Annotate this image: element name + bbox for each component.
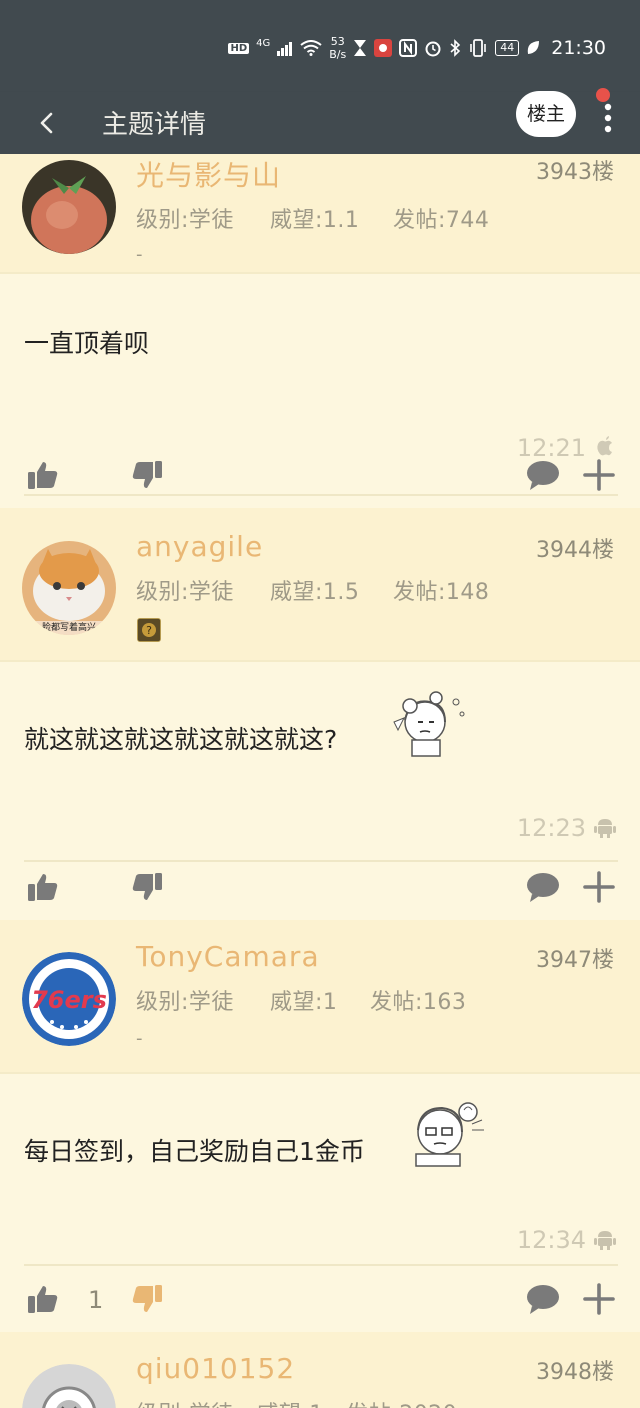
- like-count: 1: [88, 1286, 104, 1314]
- user-prestige: 威望:1: [270, 990, 338, 1015]
- dislike-icon[interactable]: [130, 1282, 164, 1316]
- nfc-icon: [399, 39, 418, 57]
- comment-icon[interactable]: [526, 870, 560, 904]
- reply-item: 脸都写着高兴 anyagile 3944楼 级别:学徒 威望:1.5 发帖:14…: [0, 508, 640, 920]
- bluetooth-icon: [450, 39, 461, 57]
- reply-header: 76ers TonyCamara 3947楼 级别:学徒 威望:1 发帖:163…: [0, 920, 640, 1074]
- wifi-icon: [300, 40, 322, 56]
- avatar-caption: 脸都写着高兴: [41, 623, 96, 633]
- net-speed-value: 53: [330, 35, 345, 48]
- avatar-image: [22, 160, 116, 254]
- avatar[interactable]: 脸都写着高兴: [22, 541, 116, 635]
- sticker-image: [393, 691, 465, 757]
- reply-header: 光与影与山 3943楼 级别:学徒 威望:1.1 发帖:744 -: [0, 154, 640, 274]
- net-speed: 53 B/s: [329, 35, 346, 61]
- reply-header: qiu010152 3948楼 级别:学徒 威望:1 发帖:2020: [0, 1332, 640, 1408]
- avatar-image: [22, 1364, 116, 1408]
- dislike-icon[interactable]: [130, 458, 164, 492]
- reply-content: 一直顶着呗: [24, 329, 150, 358]
- add-icon[interactable]: [582, 1282, 616, 1316]
- floor-number: 3944楼: [536, 538, 614, 563]
- sticker-image: [415, 1102, 484, 1167]
- avatar-image: 76ers: [22, 952, 116, 1046]
- like-icon[interactable]: [26, 870, 60, 904]
- divider: [24, 1264, 618, 1266]
- username[interactable]: qiu010152: [136, 1352, 295, 1385]
- user-post-count: 发帖:148: [393, 580, 490, 605]
- user-signature: -: [136, 1028, 143, 1049]
- avatar[interactable]: [22, 160, 116, 254]
- user-prestige: 威望:1.5: [270, 580, 360, 605]
- battery-icon: 44: [495, 40, 520, 56]
- android-icon: [594, 1231, 616, 1250]
- medal-icon: ?: [137, 618, 161, 642]
- floor-number: 3943楼: [536, 160, 614, 185]
- username[interactable]: 光与影与山: [136, 154, 281, 194]
- hourglass-icon: [354, 40, 367, 56]
- user-level: 级别:学徒: [136, 580, 234, 605]
- avatar[interactable]: [22, 1364, 116, 1408]
- username[interactable]: TonyCamara: [136, 940, 320, 973]
- status-icons: HD 4G 53 B/s 44 21:30: [228, 28, 606, 68]
- divider: [24, 494, 618, 496]
- reply-content: 就这就这就这就这就这就这?: [24, 725, 338, 754]
- reply-list[interactable]: 光与影与山 3943楼 级别:学徒 威望:1.1 发帖:744 - 一直顶着呗 …: [0, 154, 640, 1408]
- reply-content: 每日签到，自己奖励自己1金币: [24, 1137, 365, 1166]
- leaf-icon: [527, 41, 540, 54]
- floor-number: 3948楼: [536, 1360, 614, 1385]
- user-post-count: 发帖:744: [393, 208, 490, 233]
- comment-icon[interactable]: [526, 1282, 560, 1316]
- username[interactable]: anyagile: [136, 530, 263, 563]
- reply-time: 12:34: [516, 1226, 586, 1254]
- reply-item: 光与影与山 3943楼 级别:学徒 威望:1.1 发帖:744 - 一直顶着呗 …: [0, 154, 640, 508]
- divider: [24, 860, 618, 862]
- apple-icon: [597, 436, 612, 456]
- page-title: 主题详情: [102, 110, 207, 140]
- floor-number: 3947楼: [536, 948, 614, 973]
- reply-item: qiu010152 3948楼 级别:学徒 威望:1 发帖:2020: [0, 1332, 640, 1408]
- signal-icon: [277, 42, 293, 56]
- user-level: 级别:学徒: [136, 208, 234, 233]
- only-op-button[interactable]: 楼主: [516, 91, 576, 137]
- svg-text:?: ?: [146, 624, 152, 637]
- reply-header: 脸都写着高兴 anyagile 3944楼 级别:学徒 威望:1.5 发帖:14…: [0, 508, 640, 662]
- like-icon[interactable]: [26, 1282, 60, 1316]
- android-icon: [594, 819, 616, 838]
- notification-dot: [596, 88, 610, 102]
- add-icon[interactable]: [582, 458, 616, 492]
- user-level: 级别:学徒: [136, 990, 234, 1015]
- like-icon[interactable]: [26, 458, 60, 492]
- alarm-icon: [425, 41, 441, 57]
- user-post-count: 发帖:163: [370, 990, 467, 1015]
- dislike-icon[interactable]: [130, 870, 164, 904]
- network-type: 4G: [256, 37, 271, 49]
- status-bar: HD 4G 53 B/s 44 21:30: [0, 0, 640, 92]
- app-notification-icon: [374, 39, 393, 57]
- avatar[interactable]: 76ers: [22, 952, 116, 1046]
- vibrate-icon: [470, 39, 487, 57]
- comment-icon[interactable]: [526, 458, 560, 492]
- reply-item: 76ers TonyCamara 3947楼 级别:学徒 威望:1 发帖:163…: [0, 920, 640, 1332]
- user-prestige: 威望:1.1: [270, 208, 360, 233]
- clock: 21:30: [551, 37, 606, 59]
- more-menu-icon[interactable]: [600, 98, 616, 138]
- user-meta: 级别:学徒 威望:1 发帖:2020: [136, 1396, 457, 1408]
- back-button[interactable]: [30, 106, 64, 140]
- hd-icon: HD: [228, 42, 250, 54]
- svg-text:76ers: 76ers: [31, 986, 107, 1014]
- reply-time: 12:23: [516, 814, 586, 842]
- net-speed-unit: B/s: [329, 48, 347, 61]
- user-signature: -: [136, 244, 143, 265]
- add-icon[interactable]: [582, 870, 616, 904]
